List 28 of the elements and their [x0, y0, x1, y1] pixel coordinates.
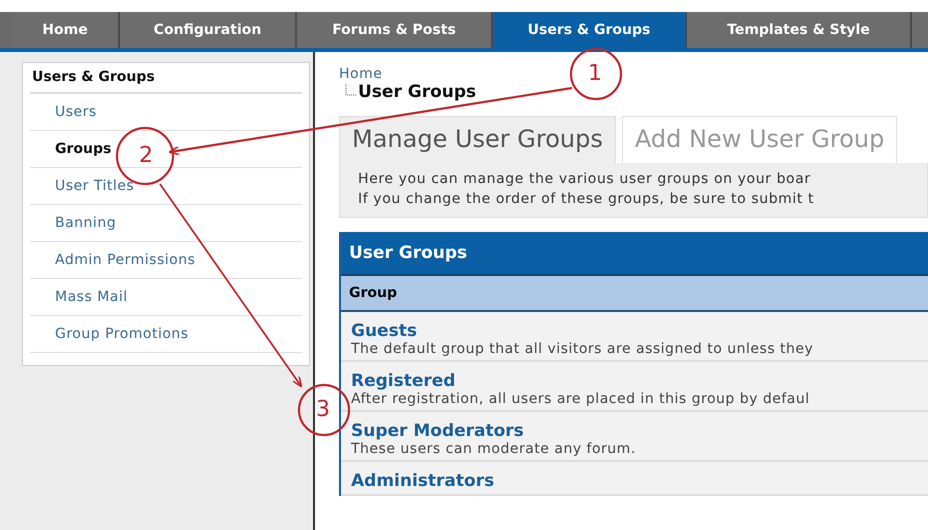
sidebar-item[interactable]: Group Promotions: [30, 316, 302, 353]
breadcrumb-current: User Groups: [358, 82, 476, 102]
sidebar-title: Users & Groups: [30, 63, 302, 94]
nav-tab[interactable]: Users & Groups: [493, 12, 687, 48]
annotation-number: 2: [139, 143, 153, 168]
sidebar-item[interactable]: Users: [30, 94, 302, 131]
group-description: After registration, all users are placed in this group by defaul: [351, 391, 811, 407]
group-name-link[interactable]: Administrators: [351, 471, 918, 491]
breadcrumb-link[interactable]: Home: [339, 66, 382, 82]
column-header: Group: [341, 274, 928, 312]
annotation-circle: [298, 384, 350, 436]
description-text: If you change the order of these groups, be sure to submit t: [358, 190, 816, 209]
group-name-link[interactable]: Registered: [351, 371, 918, 391]
group-description: The default group that all visitors are assigned to unless they: [351, 341, 814, 357]
group-name-link[interactable]: Super Moderators: [351, 421, 918, 441]
sidebar-item[interactable]: Banning: [30, 205, 302, 242]
table-title: User Groups: [341, 232, 928, 274]
description-text: Here you can manage the various user groups on your boar: [358, 170, 812, 189]
annotation-circle: [570, 48, 622, 100]
sidebar-item[interactable]: User Titles: [30, 168, 302, 205]
group-description: These users can moderate any forum.: [351, 441, 637, 457]
page-tab[interactable]: Manage User Groups: [339, 116, 616, 163]
annotation-number: 3: [316, 397, 330, 422]
sidebar-item[interactable]: Admin Permissions: [30, 242, 302, 279]
sidebar-item[interactable]: Mass Mail: [30, 279, 302, 316]
group-name-link[interactable]: Guests: [351, 321, 918, 341]
tree-connector-icon: [345, 84, 357, 98]
annotation-number: 1: [588, 61, 602, 86]
